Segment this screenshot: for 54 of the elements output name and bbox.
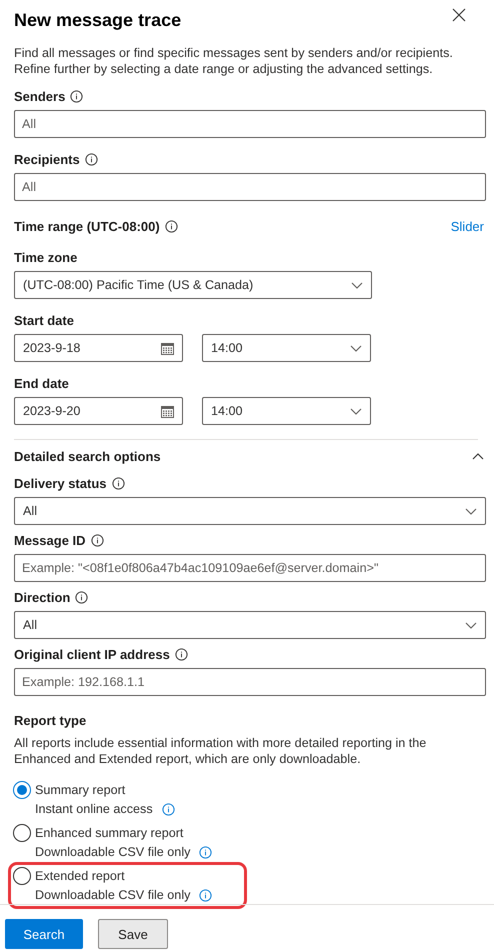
date-field[interactable]: 2023-9-18 xyxy=(14,334,183,362)
field-label: Senders xyxy=(14,89,66,104)
description: All reports include essential information with more detailed reporting in the Enhanced and Extended report, which are only downloadable. xyxy=(14,735,428,767)
info-icon[interactable] xyxy=(112,477,124,490)
chevron-down-icon xyxy=(351,282,363,288)
field-label: Start date xyxy=(14,313,74,328)
chevron-down-icon xyxy=(465,508,477,514)
section-header[interactable]: Detailed search options xyxy=(14,449,486,464)
field-label: Delivery status xyxy=(14,476,106,491)
chevron-up-icon xyxy=(472,453,484,460)
calendar-icon[interactable] xyxy=(161,342,174,354)
chevron-down-icon xyxy=(350,408,362,414)
save-button[interactable]: Save xyxy=(98,919,168,949)
chevron-down-icon xyxy=(465,622,477,628)
info-icon[interactable] xyxy=(75,591,88,604)
search-button[interactable]: Search xyxy=(5,919,83,949)
option-label[interactable]: Extended report xyxy=(35,867,242,885)
info-icon[interactable] xyxy=(84,153,98,166)
field-label: Time range (UTC-08:00) xyxy=(14,219,160,234)
info-icon[interactable] xyxy=(70,90,84,103)
description: Find all messages or find specific messages sent by senders and/or recipients. Refine further by selecting a date range or adjusting the advanced settings. xyxy=(14,45,454,77)
text-field[interactable]: Example: 192.168.1.1 xyxy=(14,668,486,696)
field-label: Direction xyxy=(14,590,70,605)
chevron-down-icon xyxy=(350,344,362,352)
panel-title: New message trace xyxy=(14,10,182,31)
dropdown[interactable]: 14:00 xyxy=(202,397,371,425)
info-icon[interactable] xyxy=(174,648,188,661)
info-icon[interactable] xyxy=(164,220,178,233)
field-label: Report type xyxy=(14,713,86,728)
field-label: Original client IP address xyxy=(14,647,170,662)
radio-button[interactable] xyxy=(13,867,31,885)
field-label: Message ID xyxy=(14,533,86,548)
dropdown[interactable]: 14:00 xyxy=(202,334,371,362)
option-label[interactable]: Summary report xyxy=(35,781,242,799)
text-field[interactable]: All xyxy=(14,110,486,138)
dropdown[interactable]: (UTC-08:00) Pacific Time (US & Canada) xyxy=(14,271,372,299)
radio-button[interactable] xyxy=(13,781,31,799)
option-description: Downloadable CSV file only xyxy=(35,845,190,859)
info-icon[interactable] xyxy=(90,534,104,547)
option-label[interactable]: Enhanced summary report xyxy=(35,824,242,842)
close-icon[interactable] xyxy=(452,8,466,22)
field-label: Recipients xyxy=(14,152,80,167)
option-description: Downloadable CSV file only xyxy=(35,888,190,902)
slider-link[interactable]: Slider xyxy=(450,219,484,234)
dropdown[interactable]: All xyxy=(14,611,486,639)
text-field[interactable]: Example: "<08f1e0f806a47b4ac109109ae6ef@server.domain>" xyxy=(14,554,486,582)
calendar-icon[interactable] xyxy=(161,404,174,418)
date-field[interactable]: 2023-9-20 xyxy=(14,397,183,425)
radio-button[interactable] xyxy=(13,824,31,842)
text-field[interactable]: All xyxy=(14,173,486,201)
field-label: End date xyxy=(14,376,69,391)
field-label: Time zone xyxy=(14,250,78,265)
option-description: Instant online access xyxy=(35,802,153,816)
dropdown[interactable]: All xyxy=(14,497,486,525)
